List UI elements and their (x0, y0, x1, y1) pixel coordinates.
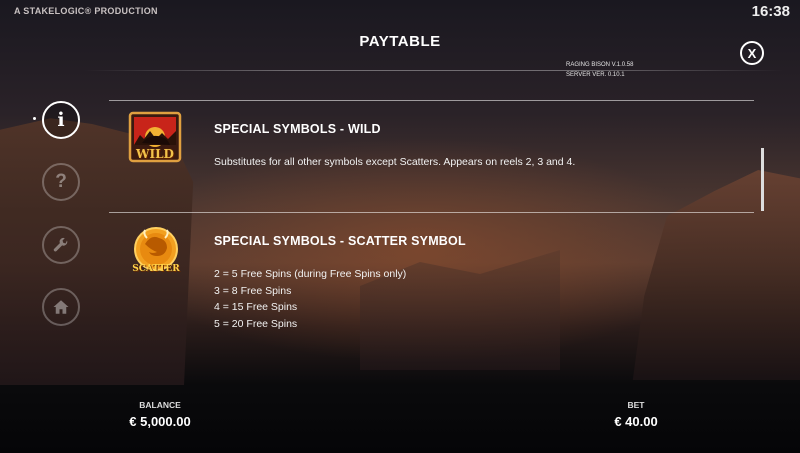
wild-symbol-icon: WILD (126, 109, 184, 167)
bet-value: € 40.00 (614, 414, 658, 429)
server-version: SERVER VER. 0.10.1 (566, 72, 625, 78)
section-divider-middle (109, 212, 754, 213)
wild-symbol-label: WILD (136, 147, 174, 161)
background-cliff-right (632, 170, 800, 380)
wild-section-title: SPECIAL SYMBOLS - WILD (214, 122, 381, 136)
scatter-symbol-icon: SCATTER (127, 224, 185, 282)
help-button[interactable]: ? (42, 163, 80, 201)
close-icon: X (747, 45, 757, 61)
close-button[interactable]: X (740, 41, 764, 65)
scatter-section-title: SPECIAL SYMBOLS - SCATTER SYMBOL (214, 234, 466, 248)
balance-value: € 5,000.00 (129, 414, 191, 429)
producer-credit: A STAKELOGIC® PRODUCTION (14, 6, 158, 16)
active-indicator-dot (33, 117, 36, 120)
bet-label: BET (627, 400, 645, 410)
scatter-payout-line: 3 = 8 Free Spins (214, 284, 292, 297)
scatter-payout-line: 5 = 20 Free Spins (214, 317, 298, 330)
page-title: PAYTABLE (359, 33, 441, 50)
clock-time: 16:38 (751, 3, 790, 20)
background-cliff-left (0, 118, 194, 385)
scatter-payout-line: 4 = 15 Free Spins (214, 301, 298, 313)
header-divider (84, 70, 784, 71)
wild-description: Substitutes for all other symbols except… (214, 156, 576, 168)
balance-label: BALANCE (139, 400, 181, 410)
scatter-payouts: 2 = 5 Free Spins (during Free Spins only… (214, 266, 406, 332)
home-button[interactable] (42, 288, 80, 326)
scatter-payout-line: 2 = 5 Free Spins (during Free Spins only… (214, 268, 407, 280)
info-icon: i (57, 109, 65, 131)
game-version: RAGING BISON V.1.0.58 (566, 62, 634, 68)
scrollbar[interactable] (761, 148, 764, 211)
wrench-icon (53, 237, 68, 252)
question-icon: ? (55, 171, 67, 192)
section-divider-top (109, 100, 754, 101)
settings-button[interactable] (42, 226, 80, 264)
scatter-symbol-label: SCATTER (132, 264, 180, 274)
home-icon (53, 300, 69, 314)
info-button[interactable]: i (42, 101, 80, 139)
